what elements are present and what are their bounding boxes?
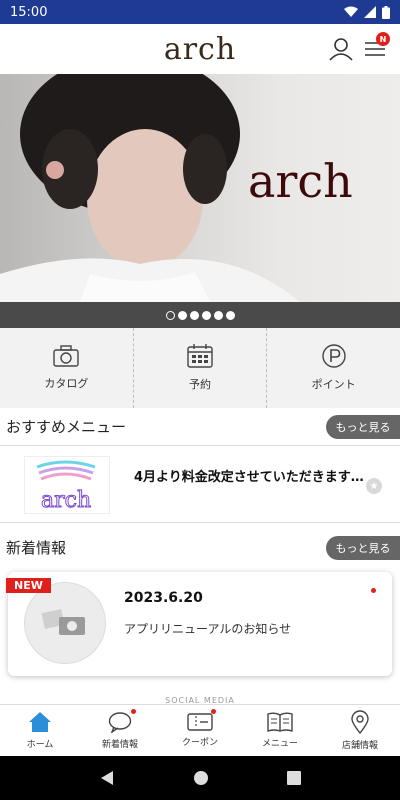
- nav-label: 店舗情報: [341, 741, 378, 751]
- new-badge: NEW: [6, 578, 51, 593]
- nav-unread-dot: [211, 709, 216, 714]
- arch-logo-image: arch: [36, 460, 96, 514]
- nav-label: クーポン: [181, 738, 218, 748]
- nav-menu[interactable]: メニュー: [240, 705, 320, 756]
- home-icon: [29, 712, 51, 732]
- bottom-nav: ホーム 新着情報 クーポン メニュー 店舗情報: [0, 704, 400, 756]
- news-date: 2023.6.20: [124, 590, 203, 606]
- carousel-indicator[interactable]: [0, 302, 400, 328]
- quick-item-catalog[interactable]: カタログ: [0, 328, 133, 408]
- quick-item-label: 予約: [189, 378, 211, 391]
- nav-label: 新着情報: [101, 740, 138, 750]
- recommended-more-button[interactable]: もっと見る: [326, 415, 400, 439]
- status-time: 15:00: [10, 4, 48, 20]
- nav-news[interactable]: 新着情報: [80, 705, 160, 756]
- signal-icon: [364, 6, 376, 18]
- nav-store-info[interactable]: 店舗情報: [320, 705, 400, 756]
- unread-dot: [371, 588, 376, 593]
- back-icon[interactable]: [99, 770, 115, 786]
- carousel-dot[interactable]: [201, 310, 211, 320]
- quick-item-label: カタログ: [44, 377, 89, 390]
- nav-coupon[interactable]: クーポン: [160, 705, 240, 756]
- carousel-dot[interactable]: [189, 310, 199, 320]
- news-card[interactable]: NEW 2023.6.20 アプリリニューアルのお知らせ: [6, 572, 392, 676]
- favorite-star-icon[interactable]: ★: [366, 478, 382, 494]
- recommended-item-text: 4月より料金改定させていただきます…: [134, 470, 364, 485]
- coupon-icon: [187, 713, 213, 731]
- recents-icon[interactable]: [287, 771, 301, 785]
- news-thumbnail: [24, 582, 106, 664]
- photo-placeholder-icon: [41, 609, 85, 635]
- nav-label: メニュー: [261, 739, 298, 749]
- battery-icon: [382, 5, 390, 19]
- news-body: アプリリニューアルのお知らせ: [124, 622, 292, 636]
- app-logo: arch: [163, 31, 237, 67]
- app-header: arch N: [0, 24, 400, 74]
- news-section-title: 新着情報: [6, 539, 67, 557]
- points-icon: [321, 344, 346, 368]
- svg-text:arch: arch: [41, 488, 91, 513]
- hero-banner[interactable]: arch: [0, 74, 400, 302]
- recommended-item[interactable]: arch 4月より料金改定させていただきます… ★: [0, 445, 400, 523]
- user-icon[interactable]: [328, 36, 354, 62]
- calendar-icon: [187, 344, 213, 368]
- home-button-icon[interactable]: [193, 770, 209, 786]
- recommended-section-title: おすすめメニュー: [6, 418, 127, 436]
- system-nav-bar: [0, 756, 400, 800]
- quick-item-points[interactable]: ポイント: [266, 328, 400, 408]
- chat-icon: [108, 712, 132, 733]
- camera-icon: [53, 345, 80, 367]
- carousel-dot[interactable]: [225, 310, 235, 320]
- carousel-dot[interactable]: [213, 310, 223, 320]
- recommended-thumbnail: arch: [24, 456, 110, 514]
- notification-badge: N: [376, 32, 390, 46]
- quick-menu: カタログ 予約 ポイント: [0, 328, 400, 408]
- location-icon: [351, 710, 369, 734]
- quick-item-label: ポイント: [311, 378, 356, 391]
- quick-item-reservation[interactable]: 予約: [132, 328, 267, 408]
- nav-home[interactable]: ホーム: [0, 705, 80, 756]
- wifi-icon: [344, 6, 358, 17]
- nav-unread-dot: [131, 709, 136, 714]
- carousel-dot[interactable]: [165, 310, 175, 320]
- carousel-dot[interactable]: [177, 310, 187, 320]
- hero-overlay-text: arch: [248, 154, 353, 208]
- book-icon: [267, 712, 293, 732]
- status-bar: 15:00: [0, 0, 400, 24]
- nav-label: ホーム: [26, 740, 54, 750]
- news-more-button[interactable]: もっと見る: [326, 536, 400, 560]
